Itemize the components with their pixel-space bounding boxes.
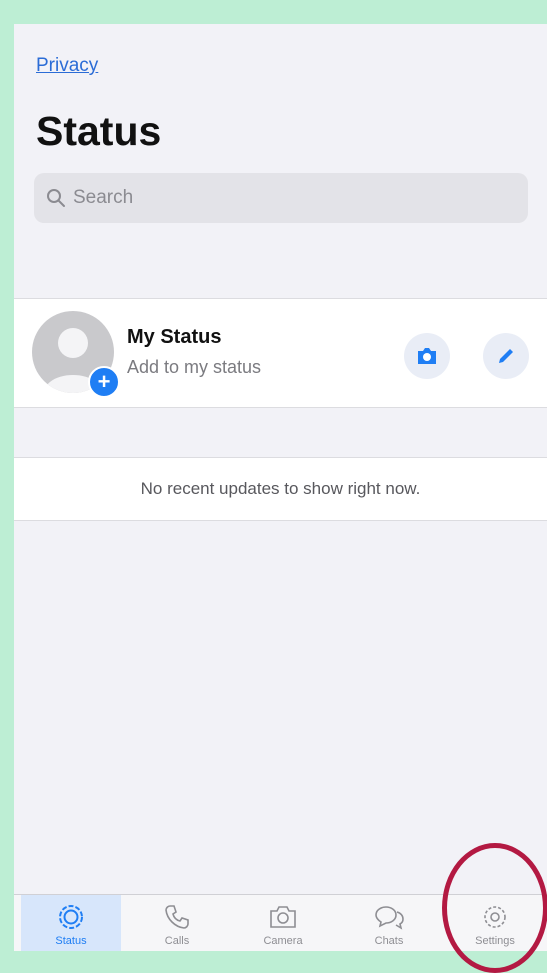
camera-icon: [270, 906, 296, 928]
tab-calls[interactable]: Calls: [127, 895, 227, 951]
tab-settings-label: Settings: [475, 935, 515, 947]
chat-bubbles-icon: [375, 906, 404, 930]
tab-status-label: Status: [55, 935, 87, 947]
tab-bar: Status Calls Camera Chats Settings: [14, 894, 547, 951]
my-status-subtitle: Add to my status: [127, 357, 262, 377]
app-screen: Privacy Status Search + My Status Add to…: [14, 24, 547, 951]
tab-status[interactable]: Status: [21, 895, 121, 951]
tab-chats-label: Chats: [374, 935, 404, 947]
add-status-icon[interactable]: +: [88, 366, 120, 398]
my-status-row[interactable]: + My Status Add to my status: [14, 298, 547, 408]
empty-state-message: No recent updates to show right now.: [14, 457, 547, 521]
page-title: Status: [36, 108, 162, 154]
text-status-button[interactable]: [483, 333, 529, 379]
search-icon: [47, 189, 65, 207]
tab-chats[interactable]: Chats: [339, 895, 439, 951]
search-input[interactable]: Search: [34, 173, 528, 223]
status-icon: [59, 905, 83, 929]
phone-icon: [165, 905, 189, 929]
tab-settings[interactable]: Settings: [445, 895, 545, 951]
pencil-icon: [499, 349, 513, 363]
tab-calls-label: Calls: [164, 935, 190, 947]
my-status-title: My Status: [127, 326, 222, 348]
camera-status-button[interactable]: [404, 333, 450, 379]
camera-icon: [418, 348, 436, 364]
search-placeholder: Search: [73, 187, 134, 208]
tab-camera[interactable]: Camera: [233, 895, 333, 951]
privacy-link[interactable]: Privacy: [36, 55, 98, 77]
gear-icon: [484, 906, 506, 928]
tab-camera-label: Camera: [263, 935, 303, 947]
